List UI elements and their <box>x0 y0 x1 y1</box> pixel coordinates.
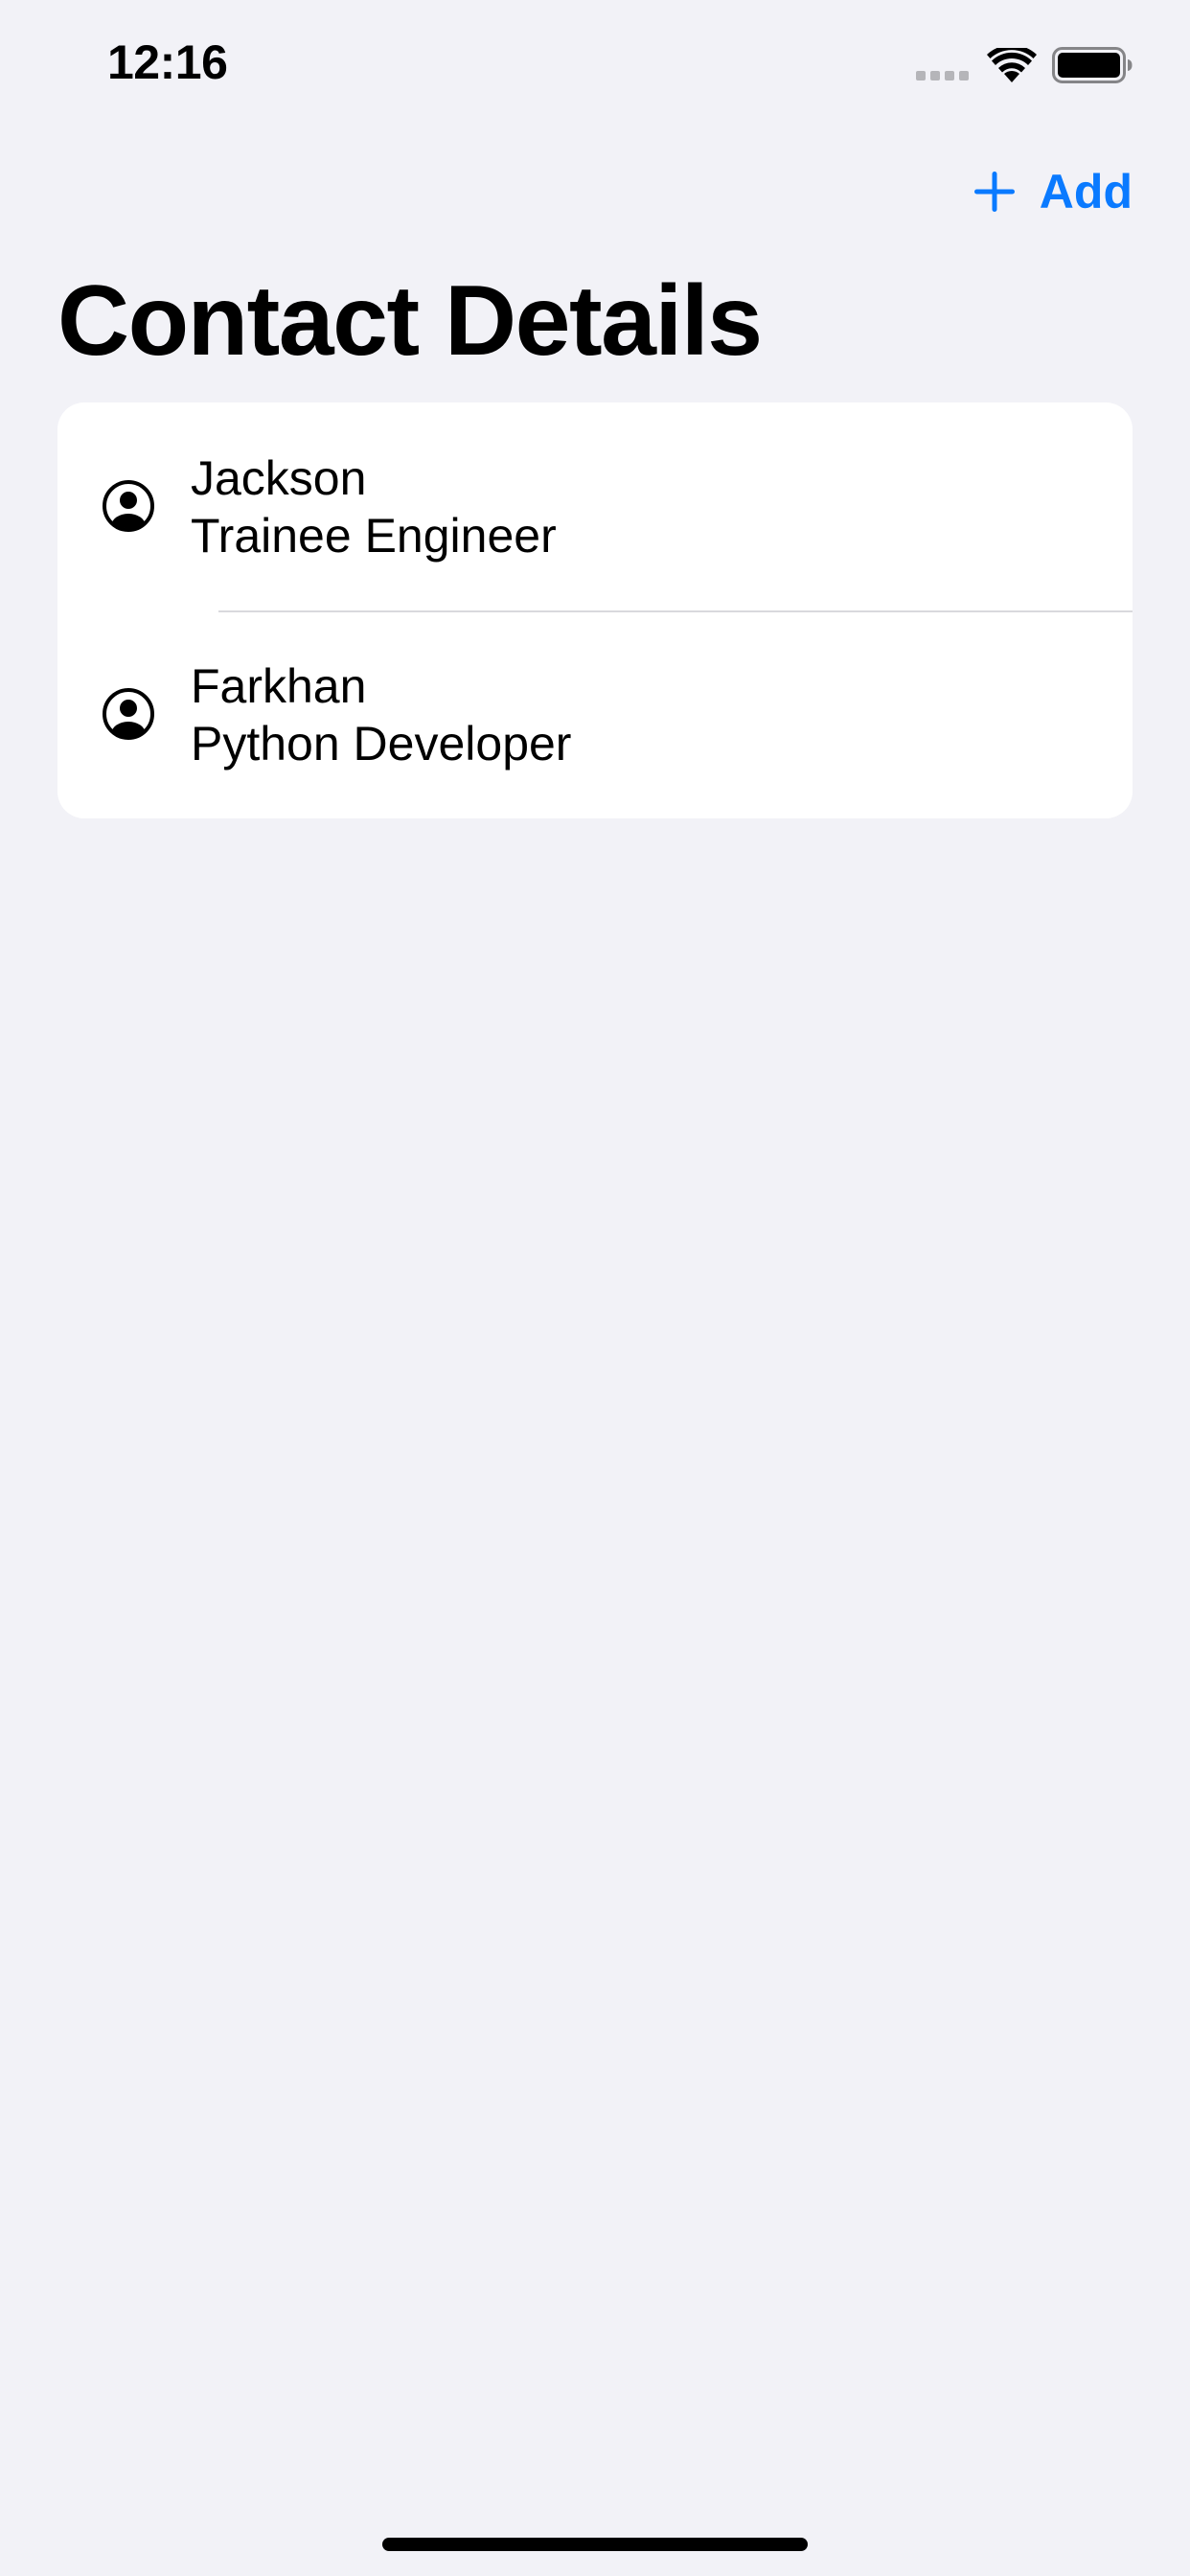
person-crop-circle-icon <box>103 480 154 532</box>
cellular-signal-icon <box>916 71 969 80</box>
contact-name: Farkhan <box>191 659 367 713</box>
contact-role: Python Developer <box>191 717 572 770</box>
status-time: 12:16 <box>107 35 228 89</box>
status-bar: 12:16 <box>0 0 1190 134</box>
wifi-icon <box>987 48 1037 82</box>
contact-name: Jackson <box>191 451 367 505</box>
contact-row[interactable]: Jackson Trainee Engineer <box>57 402 1133 610</box>
person-crop-circle-icon <box>103 688 154 740</box>
home-indicator[interactable] <box>382 2538 808 2551</box>
contact-list: Jackson Trainee Engineer Farkhan Python … <box>57 402 1133 818</box>
add-button-label: Add <box>1039 165 1133 218</box>
contact-role: Trainee Engineer <box>191 509 557 563</box>
navigation-bar: Add <box>973 153 1133 230</box>
battery-icon <box>1052 47 1133 83</box>
plus-icon <box>973 172 1015 212</box>
page-title: Contact Details <box>57 265 763 377</box>
contact-row[interactable]: Farkhan Python Developer <box>57 610 1133 818</box>
add-contact-button[interactable]: Add <box>973 164 1133 219</box>
